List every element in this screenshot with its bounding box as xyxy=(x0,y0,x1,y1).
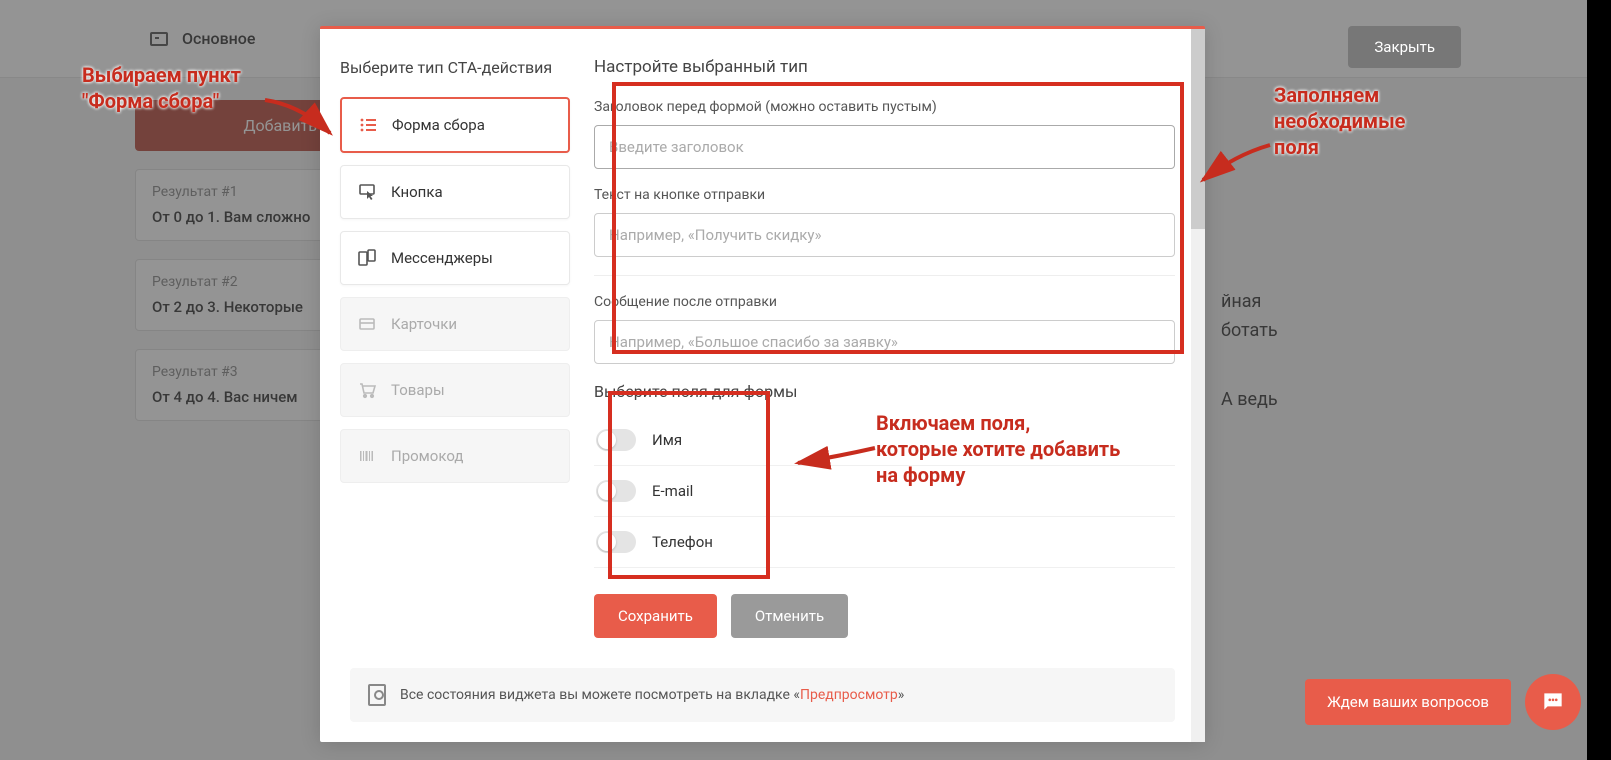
cta-option-messengers[interactable]: Мессенджеры xyxy=(340,231,570,285)
modal-scrollbar[interactable] xyxy=(1191,29,1205,742)
close-button[interactable]: Закрыть xyxy=(1348,26,1461,68)
preview-icon xyxy=(368,684,386,706)
cta-option-promo[interactable]: Промокод xyxy=(340,429,570,483)
cta-option-products[interactable]: Товары xyxy=(340,363,570,417)
main-tab-label: Основное xyxy=(182,29,255,48)
list-icon xyxy=(358,115,378,135)
chat-label[interactable]: Ждем ваших вопросов xyxy=(1305,679,1511,725)
field-row-email: E-mail xyxy=(594,466,1175,517)
form-title-label: Заголовок перед формой (можно оставить п… xyxy=(594,99,1175,115)
cta-option-form[interactable]: Форма сбора xyxy=(340,97,570,153)
cta-config-panel: Настройте выбранный тип Заголовок перед … xyxy=(594,57,1175,638)
cta-config-title: Настройте выбранный тип xyxy=(594,57,1175,77)
cta-modal: Выберите тип CTA-действия Форма сбора Кн… xyxy=(320,26,1205,742)
cta-option-label: Кнопка xyxy=(391,183,443,201)
button-text-input[interactable] xyxy=(594,213,1175,257)
cta-option-label: Карточки xyxy=(391,315,457,333)
form-group-button-text: Текст на кнопке отправки xyxy=(594,187,1175,257)
background-right-text: йная ботать А ведь xyxy=(1221,288,1471,414)
cta-type-title: Выберите тип CTA-действия xyxy=(340,57,570,79)
field-label: Имя xyxy=(652,431,682,449)
toggle-email[interactable] xyxy=(596,480,636,502)
form-title-input[interactable] xyxy=(594,125,1175,169)
cta-type-panel: Выберите тип CTA-действия Форма сбора Кн… xyxy=(340,57,570,638)
cta-option-button[interactable]: Кнопка xyxy=(340,165,570,219)
cancel-button[interactable]: Отменить xyxy=(731,594,848,638)
field-row-phone: Телефон xyxy=(594,517,1175,568)
success-msg-label: Сообщение после отправки xyxy=(594,294,1175,310)
devices-icon xyxy=(357,248,377,268)
divider xyxy=(594,275,1175,276)
chat-bubble-button[interactable] xyxy=(1525,674,1581,730)
success-msg-input[interactable] xyxy=(594,320,1175,364)
cart-icon xyxy=(357,380,377,400)
info-bar: Все состояния виджета вы можете посмотре… xyxy=(350,668,1175,722)
chat-icon xyxy=(1540,689,1566,715)
tap-icon xyxy=(357,182,377,202)
field-label: E-mail xyxy=(652,482,693,500)
form-group-success-msg: Сообщение после отправки xyxy=(594,294,1175,364)
cta-option-label: Товары xyxy=(391,381,445,399)
save-button[interactable]: Сохранить xyxy=(594,594,717,638)
main-tab-icon xyxy=(150,32,168,46)
form-fields-title: Выберите поля для формы xyxy=(594,382,1175,401)
cta-option-cards[interactable]: Карточки xyxy=(340,297,570,351)
cards-icon xyxy=(357,314,377,334)
cta-option-label: Форма сбора xyxy=(392,116,485,134)
chat-widget: Ждем ваших вопросов xyxy=(1305,674,1581,730)
info-text: Все состояния виджета вы можете посмотре… xyxy=(400,687,904,703)
field-row-name: Имя xyxy=(594,415,1175,466)
black-edge-strip xyxy=(1587,0,1611,760)
modal-actions: Сохранить Отменить xyxy=(594,594,1175,638)
preview-link[interactable]: Предпросмотр xyxy=(800,687,898,703)
toggle-phone[interactable] xyxy=(596,531,636,553)
barcode-icon xyxy=(357,446,377,466)
toggle-name[interactable] xyxy=(596,429,636,451)
cta-option-label: Мессенджеры xyxy=(391,249,493,267)
cta-option-label: Промокод xyxy=(391,447,463,465)
button-text-label: Текст на кнопке отправки xyxy=(594,187,1175,203)
form-group-title: Заголовок перед формой (можно оставить п… xyxy=(594,99,1175,169)
field-label: Телефон xyxy=(652,533,713,551)
